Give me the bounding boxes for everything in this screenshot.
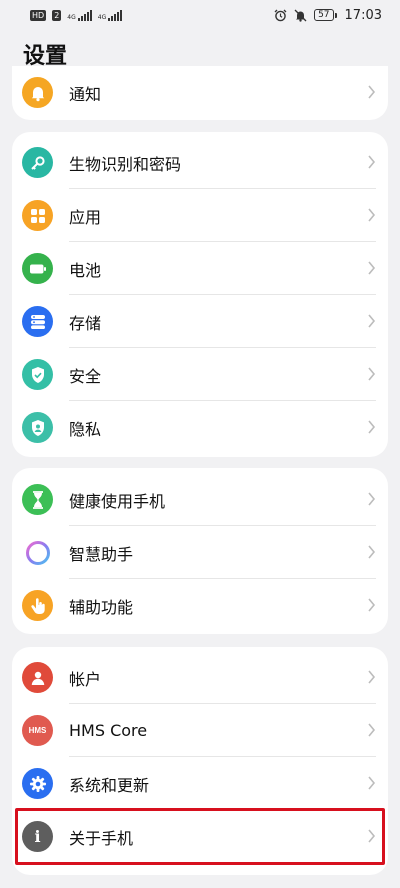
settings-item-label: 安全 <box>69 366 102 386</box>
chevron-right-icon <box>368 261 376 275</box>
shield-icon <box>22 359 53 390</box>
highlight-box <box>15 808 385 865</box>
chevron-right-icon <box>368 85 376 99</box>
status-left: HD 2 4G 4G <box>30 9 123 21</box>
settings-item-label: 电池 <box>69 260 102 280</box>
chevron-right-icon <box>368 723 376 737</box>
settings-item-label: 应用 <box>69 207 102 227</box>
settings-item-security[interactable]: 安全 <box>12 348 388 401</box>
gear-icon <box>22 768 53 799</box>
settings-item-label: 通知 <box>69 84 102 104</box>
chevron-right-icon <box>368 420 376 434</box>
bell-icon <box>22 77 53 108</box>
chevron-right-icon <box>368 598 376 612</box>
settings-item-label: 帐户 <box>69 669 102 689</box>
sim-badge: 2 <box>52 9 62 21</box>
chevron-right-icon <box>368 314 376 328</box>
hd-badge: HD <box>30 9 47 21</box>
settings-group-3: 健康使用手机 智慧助手 辅助功能 <box>12 468 388 634</box>
privacy-icon <box>22 412 53 443</box>
chevron-right-icon <box>368 367 376 381</box>
settings-item-system-update[interactable]: 系统和更新 <box>12 757 388 810</box>
storage-icon <box>22 306 53 337</box>
signal-icon-1: 4G <box>67 9 92 21</box>
settings-item-label: 健康使用手机 <box>69 491 166 511</box>
battery-indicator: 57 <box>314 9 338 21</box>
chevron-right-icon <box>368 670 376 684</box>
status-right: 57 17:03 <box>274 8 382 23</box>
settings-item-label: 辅助功能 <box>69 597 134 617</box>
user-icon <box>22 662 53 693</box>
key-icon <box>22 147 53 178</box>
battery-icon <box>22 253 53 284</box>
chevron-right-icon <box>368 155 376 169</box>
settings-item-storage[interactable]: 存储 <box>12 295 388 348</box>
settings-item-apps[interactable]: 应用 <box>12 189 388 242</box>
hand-icon <box>22 590 53 621</box>
settings-group-2: 生物识别和密码 应用 电池 存储 安全 隐私 <box>12 132 388 457</box>
hourglass-icon <box>22 484 53 515</box>
assistant-ring-icon <box>22 537 53 568</box>
status-bar: HD 2 4G 4G 57 17:03 <box>0 0 400 30</box>
chevron-right-icon <box>368 208 376 222</box>
apps-grid-icon <box>22 200 53 231</box>
settings-item-accessibility[interactable]: 辅助功能 <box>12 579 388 632</box>
settings-item-privacy[interactable]: 隐私 <box>12 401 388 454</box>
settings-item-digital-balance[interactable]: 健康使用手机 <box>12 473 388 526</box>
alarm-icon <box>274 9 287 21</box>
chevron-right-icon <box>368 492 376 506</box>
settings-item-biometrics[interactable]: 生物识别和密码 <box>12 136 388 189</box>
mute-icon <box>294 9 307 22</box>
settings-item-label: 智慧助手 <box>69 544 134 564</box>
signal-icon-2: 4G <box>98 9 123 21</box>
settings-item-notifications[interactable]: 通知 <box>12 66 388 119</box>
settings-group-1: 通知 <box>12 66 388 120</box>
settings-item-label: 隐私 <box>69 419 102 439</box>
hms-icon: HMS <box>22 715 53 746</box>
chevron-right-icon <box>368 776 376 790</box>
settings-item-account[interactable]: 帐户 <box>12 651 388 704</box>
settings-item-battery[interactable]: 电池 <box>12 242 388 295</box>
settings-item-hms-core[interactable]: HMS HMS Core <box>12 704 388 757</box>
settings-item-label: HMS Core <box>69 721 148 740</box>
chevron-right-icon <box>368 545 376 559</box>
hms-icon-text: HMS <box>28 726 47 735</box>
settings-item-label: 存储 <box>69 313 102 333</box>
settings-item-assistant[interactable]: 智慧助手 <box>12 526 388 579</box>
clock: 17:03 <box>344 7 382 23</box>
settings-item-label: 生物识别和密码 <box>69 154 182 174</box>
settings-item-label: 系统和更新 <box>69 775 150 795</box>
